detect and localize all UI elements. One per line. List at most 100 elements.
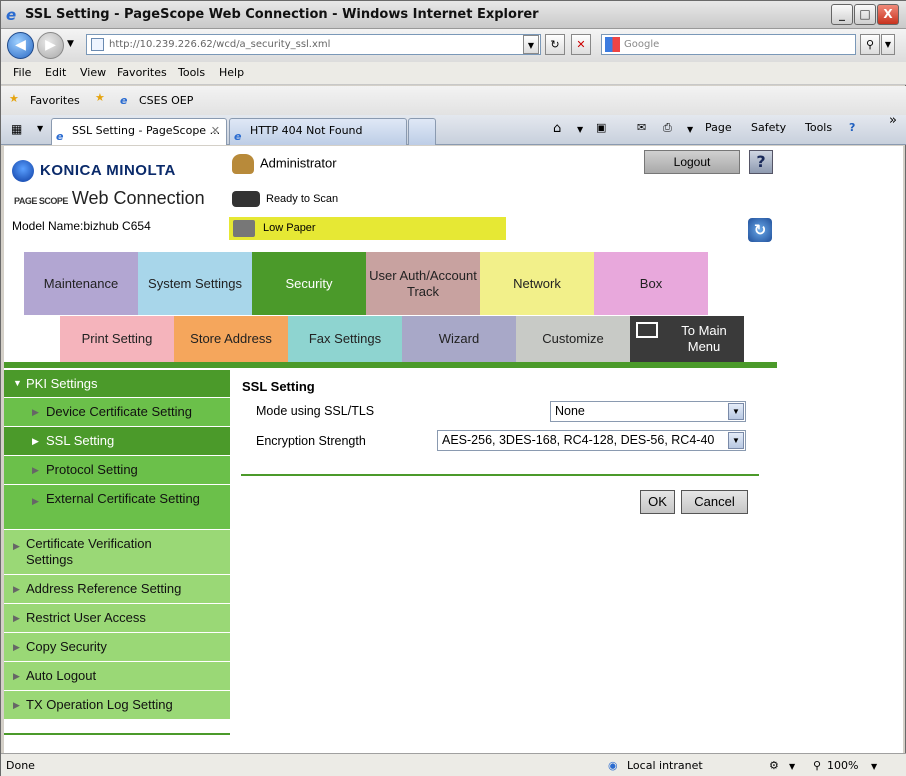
tab-fax-settings[interactable]: Fax Settings <box>288 316 402 362</box>
sidebar-section-pki[interactable]: ▼ PKI Settings <box>4 370 230 397</box>
zoom-level[interactable]: 100% <box>827 759 858 772</box>
favorite-link-cses[interactable]: CSES OEP <box>139 94 193 107</box>
scanner-status: Ready to Scan <box>232 191 338 207</box>
tab-user-auth[interactable]: User Auth/Account Track <box>366 252 480 315</box>
add-favorite-icon[interactable]: ★ <box>95 91 105 104</box>
favorites-button[interactable]: Favorites <box>30 94 80 107</box>
browser-window: e SSL Setting - PageScope Web Connection… <box>0 0 906 776</box>
home-icon[interactable]: ⌂ <box>553 121 561 136</box>
ie-logo-icon: e <box>6 6 17 24</box>
address-input[interactable]: http://10.239.226.62/wcd/a_security_ssl.… <box>86 34 541 55</box>
zoom-icon: ⚲ <box>813 759 822 772</box>
sidebar-item-tx-operation-log[interactable]: ▶ TX Operation Log Setting <box>4 691 230 719</box>
search-input[interactable]: Google <box>601 34 856 55</box>
close-tab-icon[interactable]: ✕ <box>211 119 220 143</box>
menu-file[interactable]: File <box>13 66 31 79</box>
home-dropdown-icon[interactable]: ▼ <box>577 125 583 134</box>
cancel-button[interactable]: Cancel <box>681 490 748 514</box>
status-text: Done <box>6 759 35 772</box>
sidebar-item-restrict-user-access[interactable]: ▶ Restrict User Access <box>4 604 230 632</box>
tab-box[interactable]: Box <box>594 252 708 315</box>
globe-icon <box>12 160 34 182</box>
tab-wizard[interactable]: Wizard <box>402 316 516 362</box>
menu-help[interactable]: Help <box>219 66 244 79</box>
sidebar-item-protocol-setting[interactable]: ▶ Protocol Setting <box>4 456 230 484</box>
zone-text: Local intranet <box>627 759 703 772</box>
tab-http-404[interactable]: e HTTP 404 Not Found <box>229 118 407 145</box>
item-arrow-icon: ▶ <box>32 496 39 506</box>
new-tab-button[interactable] <box>408 118 436 145</box>
protected-mode-icon[interactable]: ⚙ <box>769 759 779 772</box>
ok-button[interactable]: OK <box>640 490 675 514</box>
tab-network[interactable]: Network <box>480 252 594 315</box>
stop-button[interactable]: ✕ <box>571 34 591 55</box>
sidebar-item-auto-logout[interactable]: ▶ Auto Logout <box>4 662 230 690</box>
address-toolbar: ◀ ▶ ▼ http://10.239.226.62/wcd/a_securit… <box>1 29 906 62</box>
close-button[interactable]: X <box>877 4 899 25</box>
administrator-icon <box>232 154 254 174</box>
scanner-icon <box>232 191 260 207</box>
help-menu-icon[interactable]: ? <box>849 121 855 134</box>
konica-minolta-logo: KONICA MINOLTA <box>12 160 176 182</box>
chevron-down-icon: ▼ <box>728 432 744 449</box>
menu-view[interactable]: View <box>80 66 106 79</box>
item-arrow-icon: ▶ <box>13 671 20 681</box>
tab-ssl-setting[interactable]: e SSL Setting - PageScope ... ✕ <box>51 118 227 145</box>
web-page: KONICA MINOLTA PAGE SCOPE Web Connection … <box>4 146 903 753</box>
protected-mode-dropdown-icon[interactable]: ▼ <box>789 762 795 771</box>
maximize-button[interactable]: □ <box>854 4 876 25</box>
item-arrow-icon: ▶ <box>13 584 20 594</box>
menu-favorites[interactable]: Favorites <box>117 66 167 79</box>
more-commands-icon[interactable]: » <box>889 113 897 128</box>
address-dropdown-icon[interactable]: ▼ <box>523 35 539 54</box>
tab-system-settings[interactable]: System Settings <box>138 252 252 315</box>
ie-tab-icon: e <box>56 130 64 143</box>
sidebar-item-copy-security[interactable]: ▶ Copy Security <box>4 633 230 661</box>
back-button[interactable]: ◀ <box>7 32 34 59</box>
sidebar-item-ssl-setting[interactable]: ▶ SSL Setting <box>4 427 230 455</box>
tab-to-main-menu[interactable]: To Main Menu <box>630 316 744 362</box>
sidebar-item-device-certificate[interactable]: ▶ Device Certificate Setting <box>4 398 230 426</box>
mode-select[interactable]: None ▼ <box>550 401 746 422</box>
tab-security[interactable]: Security <box>252 252 366 315</box>
page-menu[interactable]: Page <box>705 121 732 134</box>
history-dropdown-icon[interactable]: ▼ <box>67 39 74 49</box>
refresh-status-icon[interactable]: ↻ <box>748 218 772 242</box>
print-dropdown-icon[interactable]: ▼ <box>687 125 693 134</box>
menu-edit[interactable]: Edit <box>45 66 66 79</box>
logout-button[interactable]: Logout <box>644 150 740 174</box>
ie-page-icon: e <box>120 94 128 107</box>
sidebar-item-certificate-verification[interactable]: ▶ Certificate Verification Settings <box>4 530 230 574</box>
favorites-bar: ★ Favorites ★ e CSES OEP <box>1 86 906 115</box>
zoom-dropdown-icon[interactable]: ▼ <box>871 762 877 771</box>
tab-print-setting[interactable]: Print Setting <box>60 316 174 362</box>
menu-tools[interactable]: Tools <box>178 66 205 79</box>
sidebar-bottom-divider <box>4 733 230 735</box>
feeds-icon[interactable]: ▣ <box>596 121 606 134</box>
web-connection-logo: PAGE SCOPE Web Connection <box>14 188 205 208</box>
sidebar-item-address-reference[interactable]: ▶ Address Reference Setting <box>4 575 230 603</box>
refresh-page-button[interactable]: ↻ <box>545 34 565 55</box>
quick-tabs-icon[interactable]: ▦ <box>11 122 22 136</box>
minimize-button[interactable]: _ <box>831 4 853 25</box>
paper-tray-icon <box>233 220 255 237</box>
encryption-strength-select[interactable]: AES-256, 3DES-168, RC4-128, DES-56, RC4-… <box>437 430 746 451</box>
tab-store-address[interactable]: Store Address <box>174 316 288 362</box>
read-mail-icon[interactable]: ✉ <box>637 121 646 134</box>
item-arrow-icon: ▶ <box>32 436 39 446</box>
forward-button[interactable]: ▶ <box>37 32 64 59</box>
tab-maintenance[interactable]: Maintenance <box>24 252 138 315</box>
sidebar-item-external-certificate[interactable]: ▶ External Certificate Setting <box>4 485 230 529</box>
help-button[interactable]: ? <box>749 150 773 174</box>
low-paper-warning: Low Paper <box>229 217 506 240</box>
tab-customize[interactable]: Customize <box>516 316 630 362</box>
tab-list-dropdown-icon[interactable]: ▼ <box>37 124 43 133</box>
intranet-icon: ◉ <box>608 759 618 772</box>
print-icon[interactable]: ⎙ <box>663 121 672 135</box>
search-icon[interactable]: ⚲ <box>860 34 880 55</box>
chevron-down-icon: ▼ <box>728 403 744 420</box>
safety-menu[interactable]: Safety <box>751 121 786 134</box>
tools-menu[interactable]: Tools <box>805 121 832 134</box>
search-dropdown-icon[interactable]: ▼ <box>881 34 895 55</box>
favorites-star-icon: ★ <box>9 92 19 105</box>
